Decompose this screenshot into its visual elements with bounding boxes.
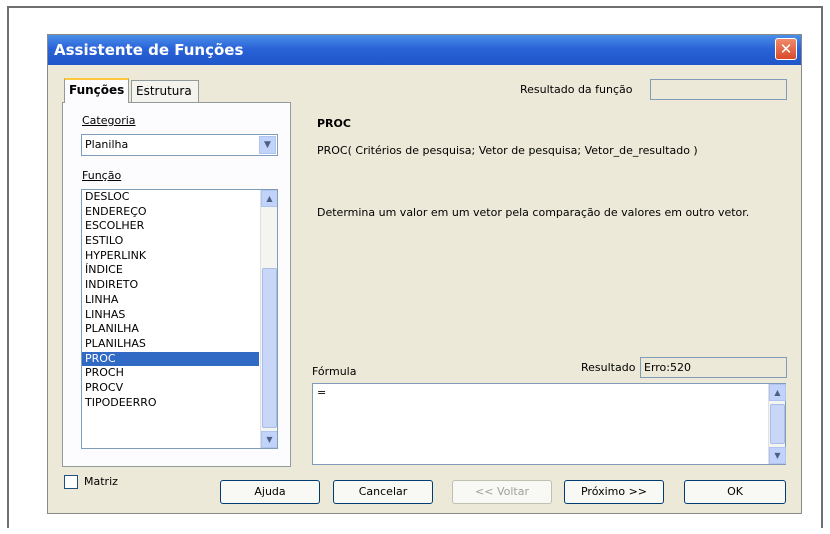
formula-scroll-down-icon[interactable]: ▼ (769, 447, 786, 464)
window-title: Assistente de Funções (54, 41, 244, 59)
tab-structure[interactable]: Estrutura (131, 80, 199, 102)
function-list-item[interactable]: PROCV (82, 381, 277, 396)
function-syntax: PROC( Critérios de pesquisa; Vetor de pe… (317, 144, 698, 157)
function-list-item[interactable]: LINHA (82, 293, 277, 308)
category-select[interactable]: Planilha ▼ (81, 134, 278, 156)
function-list-item[interactable]: PLANILHAS (82, 337, 277, 352)
function-list-item[interactable]: HYPERLINK (82, 249, 277, 264)
function-label: Função (82, 169, 122, 182)
frame-top-border (7, 6, 823, 8)
ok-button[interactable]: OK (684, 480, 786, 504)
scroll-up-icon[interactable]: ▲ (261, 190, 277, 207)
function-list-item[interactable]: LINHAS (82, 308, 277, 323)
close-icon: ✕ (779, 40, 793, 58)
function-list-item[interactable]: PLANILHA (82, 322, 277, 337)
help-button[interactable]: Ajuda (220, 480, 320, 504)
category-value: Planilha (85, 138, 129, 151)
function-description: Determina um valor em um vetor pela comp… (317, 206, 750, 219)
function-list-item[interactable]: PROCH (82, 366, 277, 381)
function-list-item[interactable]: TIPODEERRO (82, 396, 277, 411)
chevron-down-icon[interactable]: ▼ (259, 136, 276, 154)
function-list-item[interactable]: ÍNDICE (82, 263, 277, 278)
formula-textarea[interactable]: = ▲ ▼ (312, 383, 786, 465)
function-name: PROC (317, 117, 351, 130)
result-field: Erro:520 (640, 357, 787, 378)
formula-text: = (317, 386, 327, 399)
category-label: Categoria (82, 114, 136, 127)
matrix-label: Matriz (84, 475, 118, 488)
function-list-item[interactable]: DESLOC (82, 190, 277, 205)
formula-label: Fórmula (312, 365, 357, 378)
function-list-item[interactable]: PROC (82, 351, 259, 367)
frame-left-border (7, 6, 9, 528)
function-list-item[interactable]: ESCOLHER (82, 219, 277, 234)
formula-scroll-thumb[interactable] (770, 404, 785, 444)
function-list-scrollbar[interactable]: ▲ ▼ (260, 190, 277, 448)
title-bar: Assistente de Funções ✕ (48, 35, 801, 65)
close-button[interactable]: ✕ (775, 38, 797, 60)
tab-functions[interactable]: Funções (64, 78, 130, 103)
scroll-thumb[interactable] (262, 268, 277, 428)
function-result-field (650, 79, 787, 100)
next-button[interactable]: Próximo >> (564, 480, 664, 504)
formula-scroll-up-icon[interactable]: ▲ (769, 384, 786, 401)
function-list-item[interactable]: ENDEREÇO (82, 205, 277, 220)
matrix-checkbox[interactable] (64, 475, 78, 489)
cancel-button[interactable]: Cancelar (333, 480, 433, 504)
function-list-item[interactable]: ESTILO (82, 234, 277, 249)
function-list-item[interactable]: INDIRETO (82, 278, 277, 293)
result-label: Resultado (581, 361, 636, 374)
back-button[interactable]: << Voltar (452, 480, 552, 504)
scroll-down-icon[interactable]: ▼ (261, 431, 277, 448)
frame-right-border (821, 6, 823, 528)
function-wizard-dialog: Assistente de Funções ✕ Funções Estrutur… (47, 34, 802, 514)
formula-scrollbar[interactable]: ▲ ▼ (768, 384, 786, 464)
functions-panel: Categoria Planilha ▼ Função DESLOC ENDERE… (62, 102, 291, 467)
function-result-label: Resultado da função (520, 83, 633, 96)
function-list[interactable]: DESLOC ENDEREÇO ESCOLHER ESTILO HYPERLINK ÍND… (81, 189, 278, 449)
